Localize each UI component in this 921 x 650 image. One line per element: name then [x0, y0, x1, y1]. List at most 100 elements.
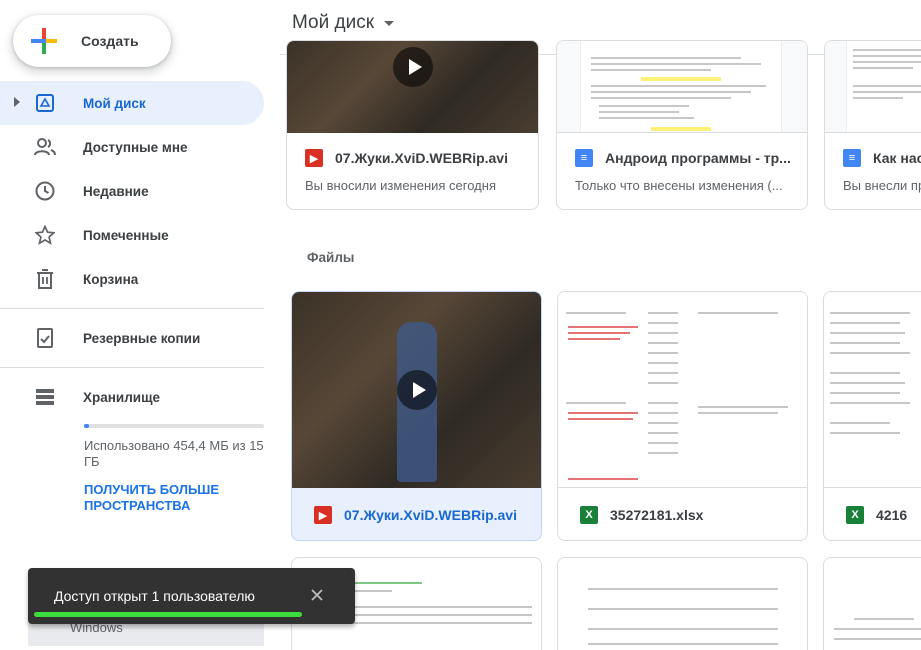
close-icon[interactable]	[309, 587, 325, 603]
spreadsheet-thumbnail	[558, 292, 807, 488]
text-line	[648, 432, 678, 434]
text-line	[853, 61, 921, 63]
text-line	[591, 91, 751, 93]
text-line	[352, 582, 422, 584]
text-line	[648, 332, 678, 334]
text-line	[568, 332, 630, 334]
text-line	[599, 105, 689, 107]
file-card[interactable]	[557, 557, 808, 650]
file-name: Андроид программы - тр...	[605, 150, 791, 166]
file-name-row: ▶ 07.Жуки.XviD.WEBRip.avi	[314, 506, 517, 524]
sidebar-item-shared[interactable]: Доступные мне	[0, 125, 264, 169]
text-line	[853, 85, 921, 87]
expand-caret-icon[interactable]	[14, 97, 20, 107]
page-title: Мой диск	[292, 12, 375, 33]
text-line	[588, 608, 778, 610]
text-line	[568, 326, 638, 328]
text-line	[698, 406, 788, 408]
storage-bar	[84, 424, 264, 428]
file-activity: Вы вносили изменения сегодня	[305, 178, 496, 193]
text-line	[853, 55, 921, 57]
text-line	[648, 412, 678, 414]
text-line	[648, 312, 678, 314]
text-line	[834, 628, 921, 630]
sidebar-nav: Мой диск Доступные мне Недавние Помеченн…	[0, 81, 280, 419]
doc-file-icon: ≡	[843, 149, 861, 167]
document-thumbnail	[825, 41, 921, 133]
drive-icon	[34, 92, 56, 114]
highlight-underline	[34, 612, 302, 617]
file-name: Как нас	[873, 150, 921, 166]
text-line	[648, 402, 678, 404]
text-line	[830, 402, 910, 404]
sidebar-item-label: Корзина	[83, 271, 139, 287]
text-line	[648, 362, 678, 364]
document-page	[581, 41, 781, 132]
text-line	[588, 588, 778, 590]
file-card[interactable]	[823, 557, 921, 650]
video-thumbnail	[292, 292, 541, 488]
text-line	[568, 478, 638, 480]
text-line	[830, 372, 900, 374]
sheets-file-icon: X	[580, 506, 598, 524]
sidebar-item-trash[interactable]: Корзина	[0, 257, 264, 301]
video-file-icon: ▶	[305, 149, 323, 167]
text-line	[566, 312, 626, 314]
storage-used-text: Использовано 454,4 МБ из 15 ГБ	[84, 438, 264, 469]
get-more-storage-link[interactable]: ПОЛУЧИТЬ БОЛЬШЕ ПРОСТРАНСТВА	[84, 482, 269, 514]
text-line	[352, 614, 532, 616]
text-line	[834, 638, 921, 640]
snackbar-message: Доступ открыт 1 пользователю	[54, 588, 255, 604]
document-page	[847, 41, 921, 132]
file-name: 4216	[876, 507, 908, 523]
file-card-selected[interactable]: ▶ 07.Жуки.XviD.WEBRip.avi	[291, 291, 542, 541]
text-line	[830, 432, 900, 434]
plus-icon	[31, 28, 57, 54]
text-line	[566, 402, 626, 404]
chevron-down-icon	[384, 20, 395, 26]
text-line	[853, 97, 903, 99]
text-line	[599, 111, 679, 113]
trash-icon	[34, 268, 56, 290]
video-thumbnail	[287, 41, 538, 133]
sidebar-item-label: Мой диск	[83, 95, 146, 111]
text-line	[591, 63, 761, 65]
quick-access-card[interactable]: ≡ Как нас Вы внесли пр	[824, 40, 921, 210]
document-page	[824, 292, 921, 487]
sidebar-item-my-drive[interactable]: Мой диск	[0, 81, 264, 125]
sidebar-item-starred[interactable]: Помеченные	[0, 213, 264, 257]
text-line	[648, 442, 678, 444]
storage-info: Использовано 454,4 МБ из 15 ГБ ПОЛУЧИТЬ …	[84, 424, 269, 514]
clock-icon	[34, 180, 56, 202]
storage-bar-fill	[84, 424, 90, 428]
text-line	[648, 382, 678, 384]
file-name-row: ▶ 07.Жуки.XviD.WEBRip.avi	[305, 149, 508, 167]
text-line	[648, 352, 678, 354]
text-line	[591, 97, 731, 99]
sidebar-item-backups[interactable]: Резервные копии	[0, 316, 264, 360]
file-activity: Вы внесли пр	[843, 178, 921, 193]
highlight-line	[651, 127, 711, 131]
file-card[interactable]: X 4216	[823, 291, 921, 541]
sidebar-item-recent[interactable]: Недавние	[0, 169, 264, 213]
people-icon	[34, 136, 56, 158]
text-line	[853, 67, 913, 69]
text-line	[830, 392, 900, 394]
create-button[interactable]: Создать	[13, 15, 171, 67]
sidebar-item-storage[interactable]: Хранилище	[0, 375, 264, 419]
quick-access-card[interactable]: ≡ Андроид программы - тр... Только что в…	[556, 40, 808, 210]
sidebar-item-label: Хранилище	[83, 389, 160, 405]
quick-access-card[interactable]: ▶ 07.Жуки.XviD.WEBRip.avi Вы вносили изм…	[286, 40, 539, 210]
text-line	[698, 412, 778, 414]
text-line	[591, 85, 766, 87]
main-content: Мой диск ▶ 07.Жуки.XviD.WEBRip.avi Вы вн…	[280, 0, 921, 650]
breadcrumb[interactable]: Мой диск	[292, 12, 395, 34]
file-activity: Только что внесены изменения (...	[575, 178, 783, 193]
document-page	[558, 558, 807, 650]
text-line	[830, 342, 900, 344]
file-card[interactable]: X 35272181.xlsx	[557, 291, 808, 541]
sidebar-item-label: Недавние	[83, 183, 149, 199]
text-line	[830, 352, 910, 354]
sheets-file-icon: X	[846, 506, 864, 524]
text-line	[854, 618, 914, 620]
